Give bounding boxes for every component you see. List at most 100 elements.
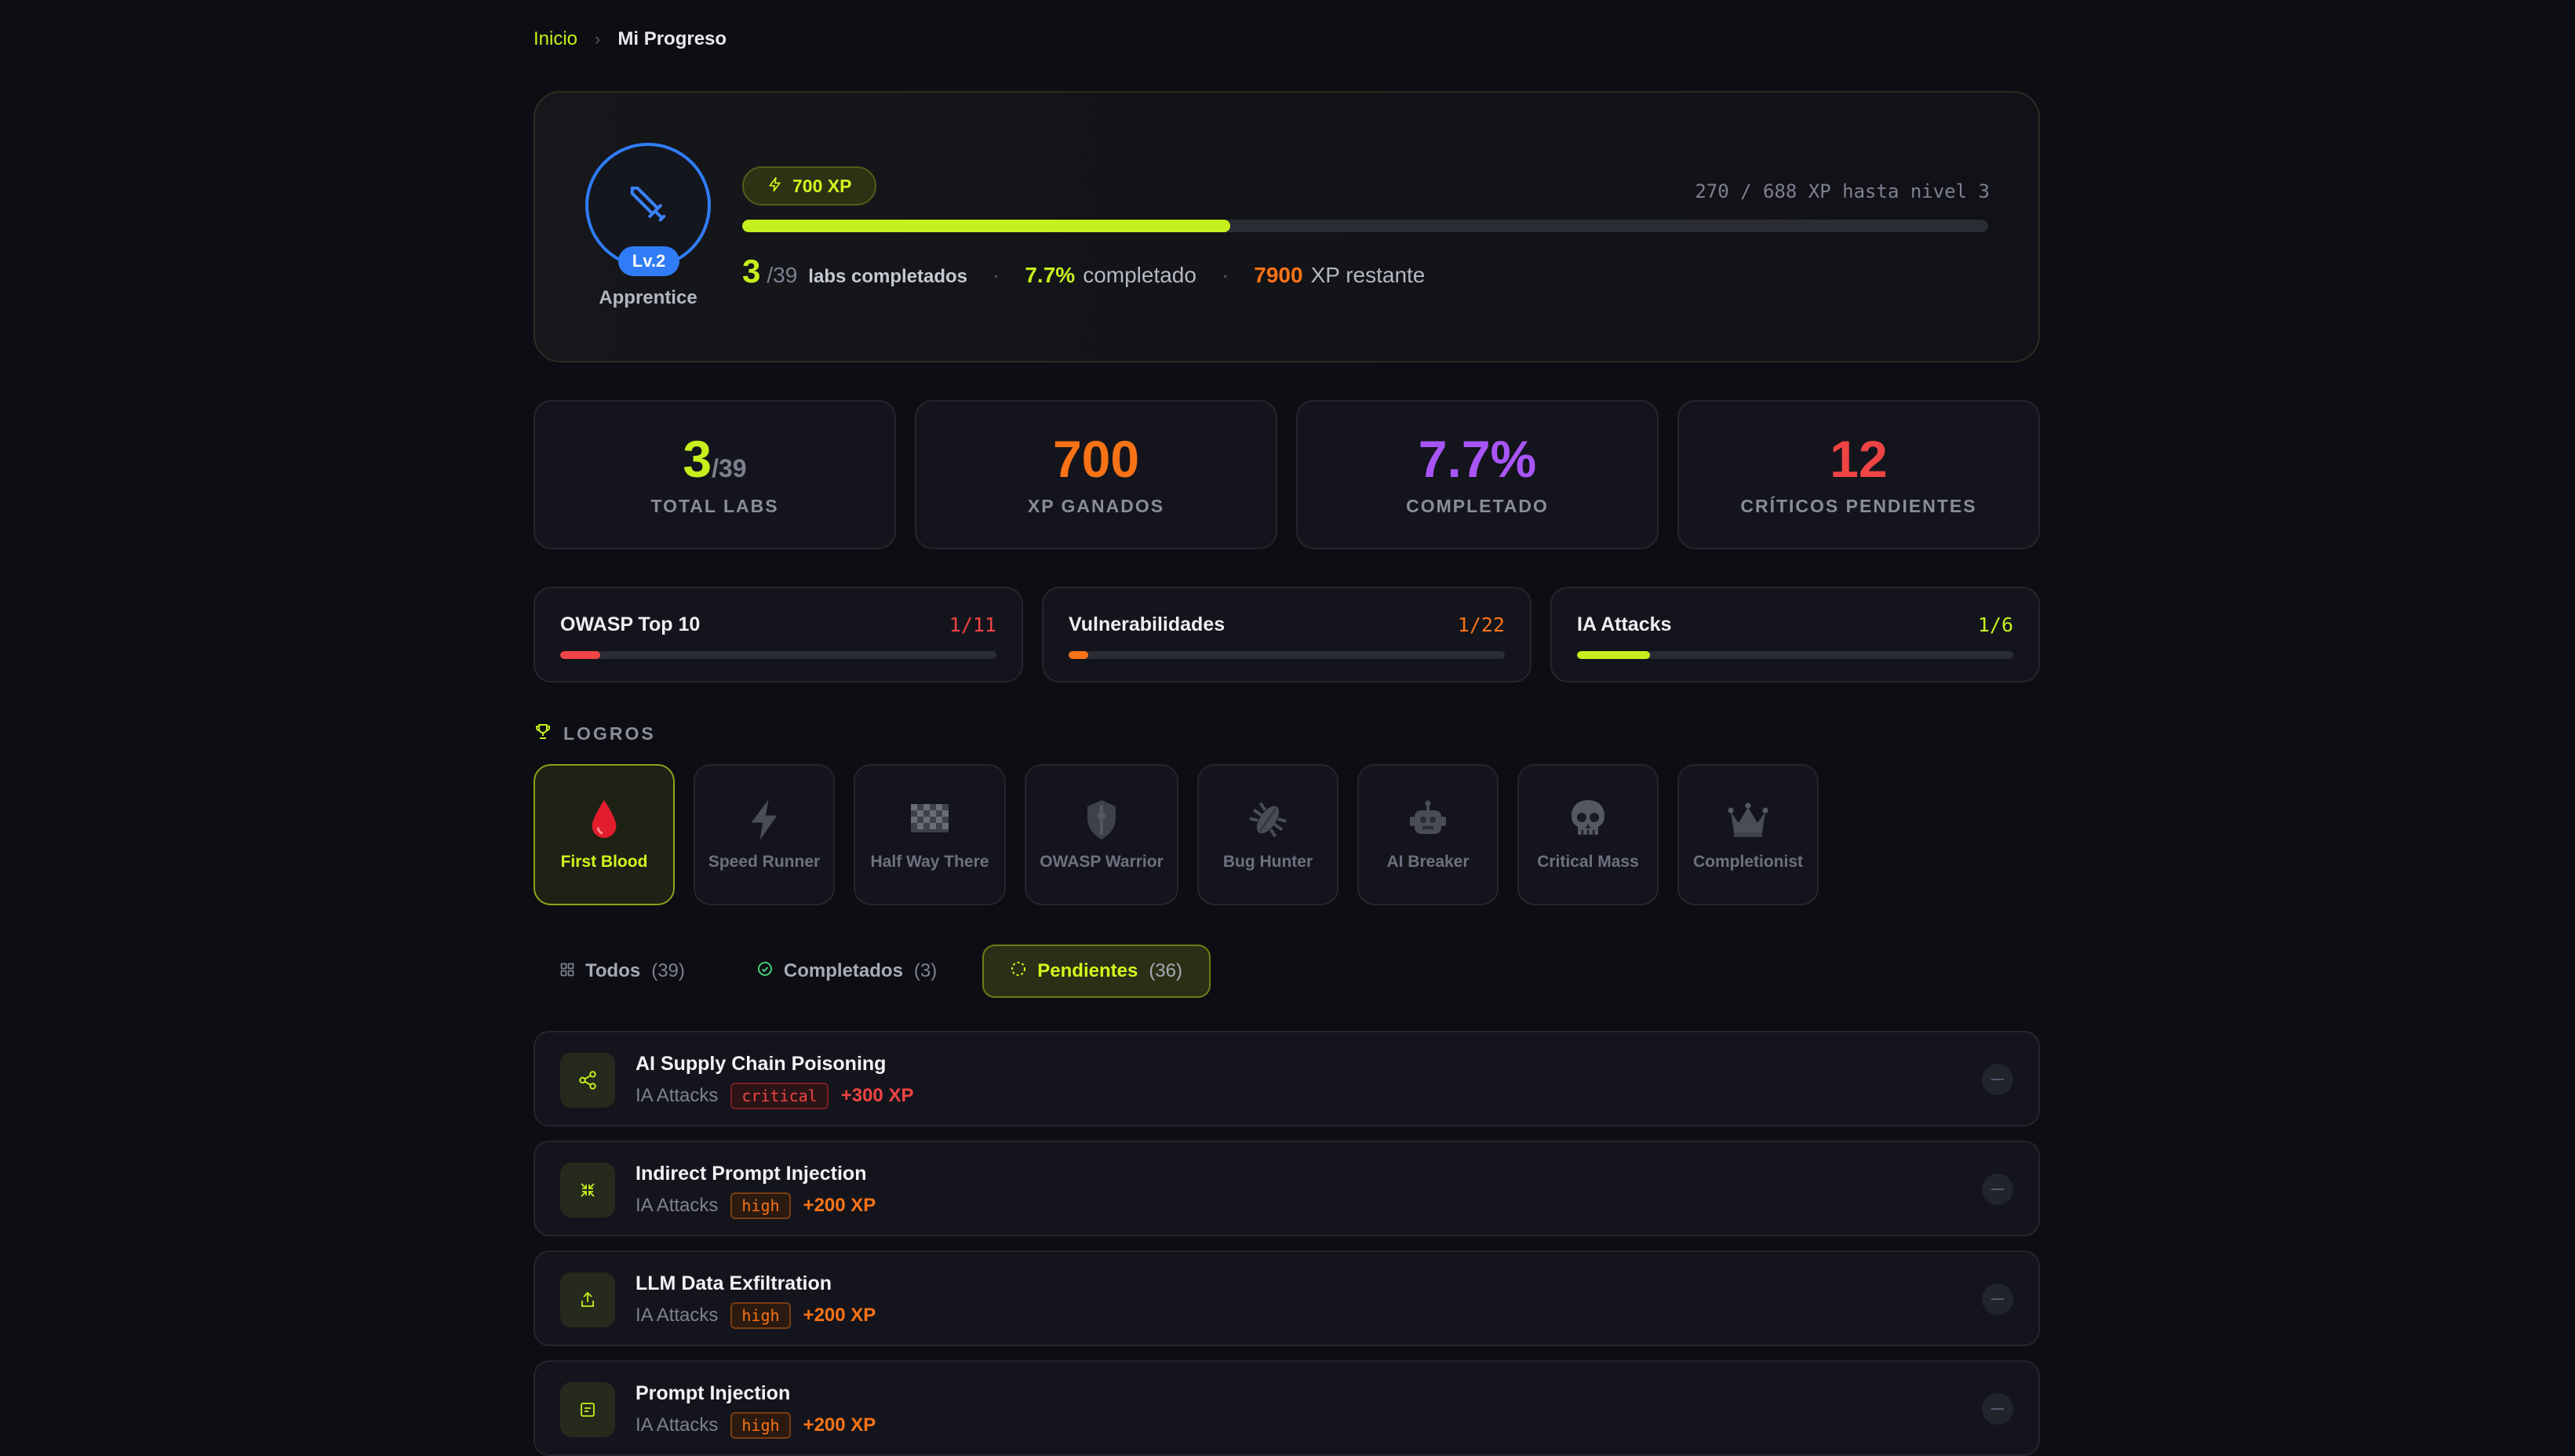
stat-card-critical-pending: 12 CRÍTICOS PENDIENTES (1677, 400, 2040, 549)
tab-label: Completados (783, 960, 903, 981)
level-badge: Lv.2 (618, 246, 679, 276)
lab-row[interactable]: Prompt Injection IA Attacks high +200 XP (534, 1360, 2040, 1456)
labs-total: /39 (767, 263, 798, 287)
achievement-critical-mass[interactable]: Critical Mass (1517, 764, 1659, 905)
xp-total-value: 700 XP (792, 175, 852, 196)
achievement-label: First Blood (560, 853, 648, 871)
separator-dot: · (992, 263, 1000, 287)
tab-label: Todos (585, 960, 641, 981)
achievement-first-blood[interactable]: First Blood (534, 764, 675, 905)
robot-icon (1406, 798, 1450, 842)
lab-row[interactable]: Indirect Prompt Injection IA Attacks hig… (534, 1141, 2040, 1236)
labs-done-count: 3 (742, 253, 761, 289)
severity-badge: critical (730, 1083, 829, 1109)
trophy-icon (534, 722, 552, 745)
lightning-icon (767, 176, 783, 197)
category-progress-cards: OWASP Top 10 1/11 Vulnerabilidades 1/22 … (534, 587, 2040, 682)
lab-filter-tabs: Todos (39) Completados (3) Pendientes (3… (534, 945, 1211, 998)
breadcrumb: Inicio › Mi Progreso (534, 28, 727, 50)
upload-icon (560, 1272, 615, 1327)
severity-badge: high (730, 1302, 791, 1329)
category-count: 1/11 (949, 613, 996, 636)
achievement-label: Speed Runner (708, 853, 821, 871)
pending-status-icon (1982, 1283, 2013, 1315)
lab-meta: IA Attacks critical +300 XP (636, 1083, 913, 1109)
achievement-owasp-warrior[interactable]: OWASP Warrior (1025, 764, 1178, 905)
achievement-speed-runner[interactable]: Speed Runner (694, 764, 835, 905)
category-progress-bar (560, 651, 996, 659)
achievement-ai-breaker[interactable]: AI Breaker (1357, 764, 1499, 905)
lab-row[interactable]: AI Supply Chain Poisoning IA Attacks cri… (534, 1031, 2040, 1127)
category-name: IA Attacks (1577, 613, 1672, 635)
skull-icon (1566, 798, 1610, 842)
separator-dot: · (1221, 263, 1229, 287)
achievement-completionist[interactable]: Completionist (1677, 764, 1819, 905)
lightning-icon (742, 798, 786, 842)
lab-meta: IA Attacks high +200 XP (636, 1302, 876, 1329)
stat-card-completion: 7.7% COMPLETADO (1296, 400, 1659, 549)
xp-remaining-label: XP restante (1310, 263, 1426, 287)
level-hero-card: Lv.2 Apprentice 700 XP 270 / 688 XP hast… (534, 91, 2040, 362)
rank-label: Apprentice (599, 287, 697, 308)
achievement-label: Half Way There (870, 853, 989, 871)
lab-title: LLM Data Exfiltration (636, 1272, 832, 1294)
category-name: Vulnerabilidades (1069, 613, 1226, 635)
lab-category: IA Attacks (636, 1085, 719, 1106)
severity-badge: high (730, 1192, 791, 1219)
category-card-owasp[interactable]: OWASP Top 10 1/11 (534, 587, 1023, 682)
lab-title: Indirect Prompt Injection (636, 1163, 867, 1185)
stat-value: 12 (1830, 429, 1888, 488)
lab-title: Prompt Injection (636, 1382, 791, 1404)
achievement-bug-hunter[interactable]: Bug Hunter (1197, 764, 1338, 905)
achievement-half-way-there[interactable]: Half Way There (854, 764, 1006, 905)
pending-status-icon (1982, 1174, 2013, 1205)
hero-summary: 3 /39 labs completados · 7.7% completado… (742, 253, 1425, 290)
achievement-label: Critical Mass (1537, 853, 1639, 871)
achievement-label: Completionist (1693, 853, 1803, 871)
breadcrumb-current: Mi Progreso (617, 28, 727, 49)
tab-pendientes[interactable]: Pendientes (36) (982, 945, 1211, 998)
checkered-flag-icon (908, 798, 952, 842)
tab-label: Pendientes (1037, 960, 1138, 981)
stat-denominator: /39 (712, 453, 747, 482)
tab-todos[interactable]: Todos (39) (534, 945, 712, 998)
lab-meta: IA Attacks high +200 XP (636, 1412, 876, 1439)
lab-xp-reward: +300 XP (840, 1085, 914, 1106)
tab-count: (39) (651, 960, 685, 981)
check-circle-icon (757, 960, 773, 982)
category-card-ia-attacks[interactable]: IA Attacks 1/6 (1550, 587, 2040, 682)
category-progress-fill (1577, 651, 1650, 659)
completion-percent: 7.7% (1025, 263, 1076, 287)
category-progress-bar (1069, 651, 1505, 659)
tab-completados[interactable]: Completados (3) (730, 945, 963, 998)
category-count: 1/6 (1977, 613, 2013, 636)
category-card-vulnerabilities[interactable]: Vulnerabilidades 1/22 (1042, 587, 1532, 682)
sword-icon (627, 183, 669, 229)
category-progress-bar (1577, 651, 2013, 659)
crown-icon (1726, 798, 1770, 842)
lab-list: AI Supply Chain Poisoning IA Attacks cri… (534, 1031, 2040, 1456)
lab-title: AI Supply Chain Poisoning (636, 1053, 887, 1075)
lab-row[interactable]: LLM Data Exfiltration IA Attacks high +2… (534, 1250, 2040, 1346)
stat-label: COMPLETADO (1406, 495, 1549, 516)
achievement-label: AI Breaker (1386, 853, 1470, 871)
pending-status-icon (1982, 1064, 2013, 1095)
stat-label: XP GANADOS (1027, 495, 1165, 516)
breadcrumb-home-link[interactable]: Inicio (534, 28, 577, 50)
stat-card-xp-earned: 700 XP GANADOS (915, 400, 1277, 549)
terminal-icon (560, 1382, 615, 1437)
labs-completed-label: labs completados (808, 266, 968, 287)
xp-total-pill: 700 XP (742, 166, 877, 206)
stat-cards: 3/39 TOTAL LABS 700 XP GANADOS 7.7% COMP… (534, 400, 2040, 549)
lab-xp-reward: +200 XP (803, 1195, 876, 1216)
category-name: OWASP Top 10 (560, 613, 701, 635)
shield-icon (1080, 798, 1124, 842)
achievements-title: LOGROS (563, 723, 656, 744)
lab-category: IA Attacks (636, 1414, 719, 1436)
lab-xp-reward: +200 XP (803, 1414, 876, 1436)
stat-label: TOTAL LABS (650, 495, 779, 516)
lab-category: IA Attacks (636, 1195, 719, 1216)
category-progress-fill (560, 651, 600, 659)
stat-value: 7.7% (1418, 429, 1537, 488)
share-icon (560, 1053, 615, 1108)
